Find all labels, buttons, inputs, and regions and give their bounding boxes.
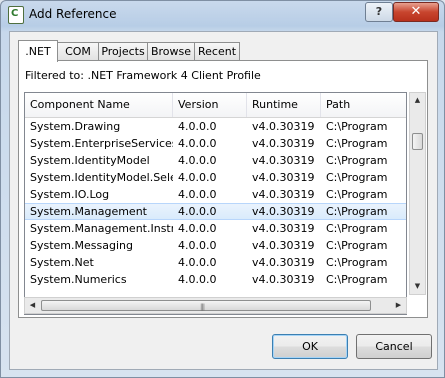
list-header: Component Name Version Runtime Path: [25, 93, 406, 118]
cell-path: C:\Program: [326, 154, 388, 167]
tab-browse[interactable]: Browse: [147, 42, 195, 60]
column-header-version[interactable]: Version: [173, 93, 247, 117]
cell-path: C:\Program: [326, 239, 388, 252]
cell-runtime: v4.0.30319: [252, 205, 315, 218]
cell-path: C:\Program: [326, 222, 388, 235]
list-row[interactable]: System.Management.Instr... 4.0.0.0 v4.0.…: [25, 220, 406, 237]
scroll-right-icon[interactable]: ▶: [391, 298, 406, 313]
cell-runtime: v4.0.30319: [252, 273, 315, 286]
list-row[interactable]: System.EnterpriseServices 4.0.0.0 v4.0.3…: [25, 135, 406, 152]
filter-label: Filtered to: .NET Framework 4 Client Pro…: [25, 69, 261, 82]
cell-runtime: v4.0.30319: [252, 120, 315, 133]
cell-name: System.IdentityModel: [30, 154, 150, 167]
list-row[interactable]: System.Messaging 4.0.0.0 v4.0.30319 C:\P…: [25, 237, 406, 254]
cell-version: 4.0.0.0: [178, 171, 217, 184]
column-header-component-name[interactable]: Component Name: [25, 93, 173, 117]
cell-name: System.Drawing: [30, 120, 121, 133]
help-button[interactable]: ?: [365, 2, 393, 22]
list-row-selected[interactable]: System.Management 4.0.0.0 v4.0.30319 C:\…: [25, 203, 406, 220]
app-icon: [8, 6, 24, 24]
cell-path: C:\Program: [326, 137, 388, 150]
list-row[interactable]: System.Numerics 4.0.0.0 v4.0.30319 C:\Pr…: [25, 271, 406, 288]
horizontal-scroll-thumb[interactable]: |||: [41, 300, 371, 311]
tab-com[interactable]: COM: [57, 42, 99, 60]
scroll-down-icon[interactable]: ▼: [410, 279, 425, 294]
tab-projects[interactable]: Projects: [98, 42, 148, 60]
cell-version: 4.0.0.0: [178, 273, 217, 286]
cell-version: 4.0.0.0: [178, 188, 217, 201]
cell-name: System.IdentityModel.Sele...: [30, 171, 173, 184]
cell-runtime: v4.0.30319: [252, 256, 315, 269]
cell-runtime: v4.0.30319: [252, 137, 315, 150]
cancel-button[interactable]: Cancel: [356, 334, 432, 359]
grip-icon: |||: [200, 303, 205, 311]
cell-version: 4.0.0.0: [178, 222, 217, 235]
cell-path: C:\Program: [326, 120, 388, 133]
list-row[interactable]: System.IdentityModel.Sele... 4.0.0.0 v4.…: [25, 169, 406, 186]
window-title: Add Reference: [29, 7, 117, 21]
cell-name: System.Management.Instr...: [30, 222, 173, 235]
vertical-scroll-thumb[interactable]: [412, 133, 423, 150]
list-row[interactable]: System.IO.Log 4.0.0.0 v4.0.30319 C:\Prog…: [25, 186, 406, 203]
tab-dotnet[interactable]: .NET: [18, 40, 58, 62]
scroll-left-icon[interactable]: ◀: [25, 298, 40, 313]
cell-path: C:\Program: [326, 171, 388, 184]
column-header-path[interactable]: Path: [321, 93, 406, 117]
cell-runtime: v4.0.30319: [252, 188, 315, 201]
vertical-scrollbar[interactable]: ▲ ▼: [409, 92, 426, 295]
scroll-up-icon[interactable]: ▲: [410, 93, 425, 108]
column-header-runtime[interactable]: Runtime: [247, 93, 321, 117]
cell-name: System.Management: [30, 205, 147, 218]
horizontal-scrollbar[interactable]: ◀ ||| ▶: [24, 297, 407, 314]
list-row[interactable]: System.Drawing 4.0.0.0 v4.0.30319 C:\Pro…: [25, 118, 406, 135]
cell-path: C:\Program: [326, 205, 388, 218]
cell-runtime: v4.0.30319: [252, 171, 315, 184]
cell-name: System.IO.Log: [30, 188, 110, 201]
cell-name: System.Messaging: [30, 239, 133, 252]
cell-version: 4.0.0.0: [178, 256, 217, 269]
component-list[interactable]: Component Name Version Runtime Path Syst…: [24, 92, 407, 315]
dialog-body: .NET COM Projects Browse Recent Filtered…: [9, 31, 438, 370]
cell-version: 4.0.0.0: [178, 239, 217, 252]
cell-name: System.Numerics: [30, 273, 127, 286]
title-bar[interactable]: Add Reference ? ✕: [1, 1, 444, 29]
tab-panel: Filtered to: .NET Framework 4 Client Pro…: [18, 60, 428, 318]
cell-path: C:\Program: [326, 256, 388, 269]
list-row[interactable]: System.Net 4.0.0.0 v4.0.30319 C:\Program: [25, 254, 406, 271]
cell-version: 4.0.0.0: [178, 154, 217, 167]
cell-name: System.Net: [30, 256, 94, 269]
cell-name: System.EnterpriseServices: [30, 137, 173, 150]
cell-runtime: v4.0.30319: [252, 222, 315, 235]
cell-version: 4.0.0.0: [178, 205, 217, 218]
cell-path: C:\Program: [326, 188, 388, 201]
list-row[interactable]: System.IdentityModel 4.0.0.0 v4.0.30319 …: [25, 152, 406, 169]
cell-version: 4.0.0.0: [178, 137, 217, 150]
close-button[interactable]: ✕: [393, 2, 439, 22]
cell-path: C:\Program: [326, 273, 388, 286]
ok-button[interactable]: OK: [272, 334, 348, 359]
add-reference-dialog: Add Reference ? ✕ .NET COM Projects Brow…: [0, 0, 445, 378]
tab-recent[interactable]: Recent: [194, 42, 240, 60]
cell-runtime: v4.0.30319: [252, 239, 315, 252]
cell-version: 4.0.0.0: [178, 120, 217, 133]
cell-runtime: v4.0.30319: [252, 154, 315, 167]
